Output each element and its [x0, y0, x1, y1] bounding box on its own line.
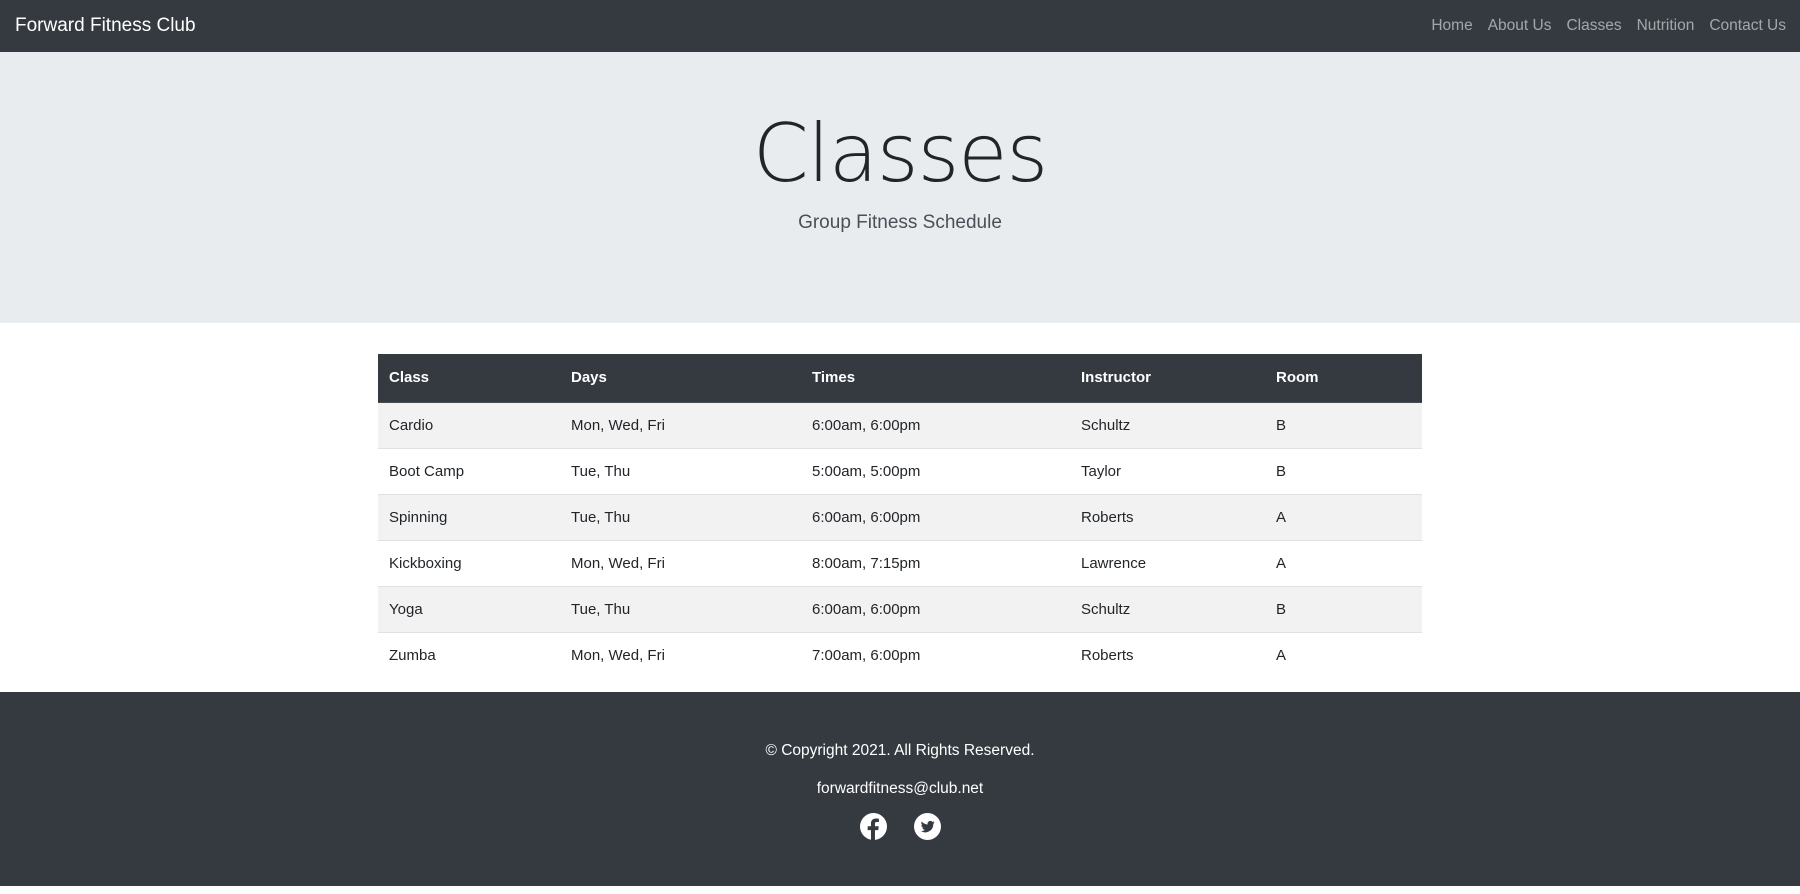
twitter-icon	[913, 813, 941, 840]
cell-times: 7:00am, 6:00pm	[801, 631, 1070, 678]
column-header-room: Room	[1265, 354, 1422, 403]
column-header-times: Times	[801, 354, 1070, 403]
header-row: Class Days Times Instructor Room	[378, 354, 1422, 403]
page-subtitle: Group Fitness Schedule	[798, 212, 1002, 233]
cell-days: Tue, Thu	[560, 447, 801, 494]
cell-times: 5:00am, 5:00pm	[801, 447, 1070, 494]
cell-days: Mon, Wed, Fri	[560, 631, 801, 678]
twitter-link[interactable]	[913, 813, 941, 845]
table-row: Zumba Mon, Wed, Fri 7:00am, 6:00pm Rober…	[378, 631, 1422, 678]
cell-room: B	[1265, 402, 1422, 448]
nav-links: Home About Us Classes Nutrition Contact …	[1431, 17, 1786, 35]
cell-instructor: Lawrence	[1070, 539, 1265, 586]
facebook-link[interactable]	[859, 813, 887, 845]
nav-link-nutrition[interactable]: Nutrition	[1637, 17, 1695, 35]
table-row: Cardio Mon, Wed, Fri 6:00am, 6:00pm Schu…	[378, 402, 1422, 448]
cell-times: 6:00am, 6:00pm	[801, 402, 1070, 448]
nav-link-contact-us[interactable]: Contact Us	[1709, 17, 1786, 35]
bottom-strip	[0, 886, 1800, 894]
brand-link[interactable]: Forward Fitness Club	[15, 15, 196, 37]
cell-room: A	[1265, 631, 1422, 678]
cell-class: Kickboxing	[378, 539, 560, 586]
cell-room: B	[1265, 447, 1422, 494]
main-content: Class Days Times Instructor Room Cardio …	[0, 323, 1800, 692]
column-header-class: Class	[378, 354, 560, 403]
footer: © Copyright 2021. All Rights Reserved. f…	[0, 692, 1800, 886]
cell-instructor: Roberts	[1070, 631, 1265, 678]
cell-instructor: Roberts	[1070, 493, 1265, 540]
copyright-text: © Copyright 2021. All Rights Reserved.	[765, 742, 1035, 759]
cell-days: Mon, Wed, Fri	[560, 402, 801, 448]
schedule-table-header: Class Days Times Instructor Room	[378, 354, 1422, 403]
cell-room: A	[1265, 493, 1422, 540]
table-row: Yoga Tue, Thu 6:00am, 6:00pm Schultz B	[378, 585, 1422, 632]
nav-link-home[interactable]: Home	[1431, 17, 1472, 35]
schedule-table: Class Days Times Instructor Room Cardio …	[378, 354, 1422, 678]
table-row: Spinning Tue, Thu 6:00am, 6:00pm Roberts…	[378, 493, 1422, 540]
cell-days: Mon, Wed, Fri	[560, 539, 801, 586]
cell-instructor: Schultz	[1070, 585, 1265, 632]
cell-times: 6:00am, 6:00pm	[801, 585, 1070, 632]
cell-class: Spinning	[378, 493, 560, 540]
cell-class: Cardio	[378, 402, 560, 448]
cell-instructor: Schultz	[1070, 402, 1265, 448]
cell-instructor: Taylor	[1070, 447, 1265, 494]
schedule-table-body: Cardio Mon, Wed, Fri 6:00am, 6:00pm Schu…	[378, 402, 1422, 678]
navbar: Forward Fitness Club Home About Us Class…	[0, 0, 1800, 52]
table-row: Kickboxing Mon, Wed, Fri 8:00am, 7:15pm …	[378, 539, 1422, 586]
cell-class: Boot Camp	[378, 447, 560, 494]
column-header-days: Days	[560, 354, 801, 403]
table-row: Boot Camp Tue, Thu 5:00am, 5:00pm Taylor…	[378, 447, 1422, 494]
cell-class: Yoga	[378, 585, 560, 632]
cell-class: Zumba	[378, 631, 560, 678]
nav-link-classes[interactable]: Classes	[1566, 17, 1621, 35]
cell-days: Tue, Thu	[560, 585, 801, 632]
cell-times: 8:00am, 7:15pm	[801, 539, 1070, 586]
hero-jumbotron: Classes Group Fitness Schedule	[0, 52, 1800, 323]
social-links	[0, 813, 1800, 845]
facebook-icon	[859, 813, 887, 840]
page-title: Classes	[752, 107, 1048, 200]
cell-room: A	[1265, 539, 1422, 586]
cell-room: B	[1265, 585, 1422, 632]
footer-email: forwardfitness@club.net	[816, 780, 984, 797]
cell-days: Tue, Thu	[560, 493, 801, 540]
cell-times: 6:00am, 6:00pm	[801, 493, 1070, 540]
nav-link-about-us[interactable]: About Us	[1488, 17, 1552, 35]
column-header-instructor: Instructor	[1070, 354, 1265, 403]
